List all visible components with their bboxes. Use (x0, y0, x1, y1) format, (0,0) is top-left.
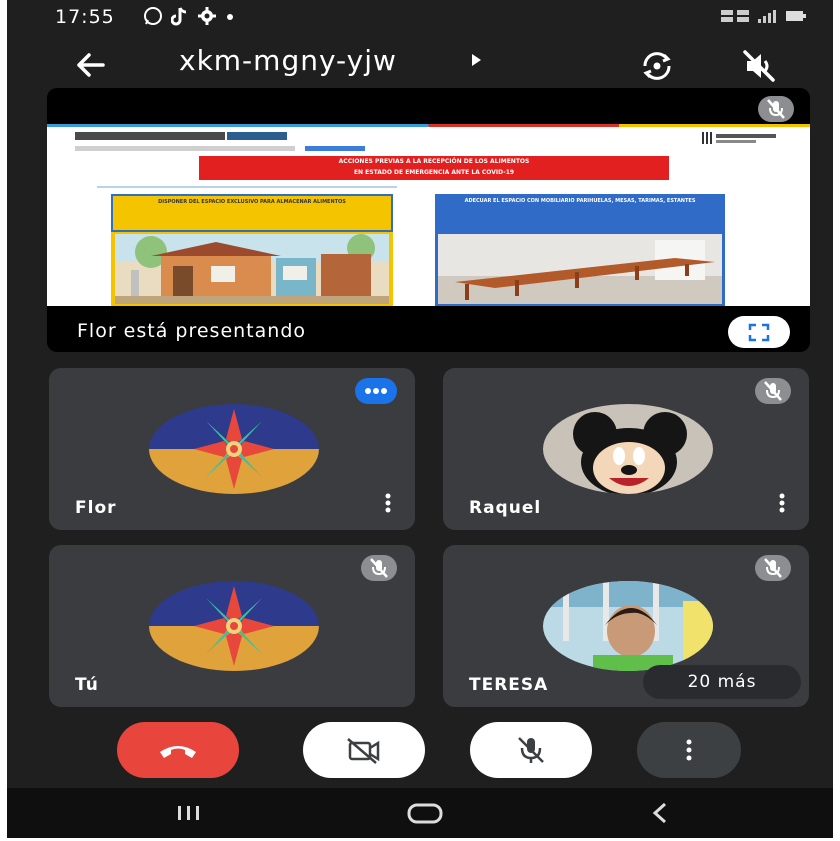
back-arrow-icon[interactable] (71, 46, 109, 84)
avatar (149, 581, 319, 671)
status-bar: 17:55 (7, 0, 833, 36)
slide-siempre-logo (702, 130, 782, 144)
presenting-label: Flor está presentando (77, 320, 306, 342)
camera-toggle-button[interactable] (303, 722, 425, 778)
call-controls (7, 722, 833, 782)
mic-off-icon (361, 555, 397, 581)
participant-tile-raquel[interactable]: Raquel (443, 368, 809, 530)
slide-top-strip (47, 124, 810, 127)
meeting-code[interactable]: xkm-mgny-yjw (179, 44, 397, 77)
slide-title-line2: EN ESTADO DE EMERGENCIA ANTE LA COVID-19 (353, 169, 515, 176)
mic-off-icon (755, 555, 791, 581)
slide-divider (97, 186, 397, 188)
network-icon (721, 8, 751, 28)
participant-name: TERESA (469, 675, 549, 695)
avatar (149, 404, 319, 494)
mic-toggle-button[interactable] (470, 722, 592, 778)
participant-tile-teresa[interactable]: TERESA 20 más (443, 545, 809, 707)
signal-icon (757, 8, 779, 28)
status-system-icons (721, 8, 807, 28)
participant-name: Flor (75, 498, 117, 518)
speaker-off-icon[interactable] (737, 44, 781, 88)
participant-tile-flor[interactable]: Flor (49, 368, 415, 530)
battery-icon (785, 8, 807, 28)
slide-gov-logo (75, 132, 225, 140)
slide-right-image (435, 232, 725, 306)
camera-off-icon (347, 738, 380, 764)
system-nav-bar (7, 788, 833, 838)
switch-camera-icon[interactable] (635, 44, 679, 88)
tiktok-icon (170, 6, 189, 31)
slide-address-bar (75, 146, 295, 151)
slide-qaliwarma-logo (227, 132, 287, 140)
more-vert-icon[interactable] (383, 492, 393, 514)
options-dots-icon[interactable] (355, 378, 397, 404)
home-icon[interactable] (395, 796, 455, 830)
meeting-header: xkm-mgny-yjw (7, 36, 833, 96)
avatar (543, 581, 713, 671)
participant-name: Raquel (469, 498, 542, 518)
presentation-mic-off-badge (758, 96, 794, 122)
caret-right-icon[interactable] (469, 52, 483, 72)
status-time: 17:55 (55, 6, 115, 28)
slide-right-caption: ADECUAR EL ESPACIO CON MOBILIARIO PARIHU… (435, 194, 725, 232)
slide-title-line1: ACCIONES PREVIAS A LA RECEPCIÓN DE LOS A… (338, 158, 530, 165)
phone-screen: 17:55 xkm-mgny-yjw ACCIONES PREVIAS A LA… (7, 0, 833, 838)
more-vert-icon (686, 739, 692, 761)
participant-tile-you[interactable]: Tú (49, 545, 415, 707)
hang-up-icon (160, 746, 196, 758)
mic-off-icon (518, 737, 544, 763)
back-icon[interactable] (629, 796, 689, 830)
slide-title-banner: ACCIONES PREVIAS A LA RECEPCIÓN DE LOS A… (199, 156, 669, 180)
whatsapp-icon (143, 6, 163, 31)
fullscreen-icon (748, 323, 770, 342)
dot-icon (225, 6, 235, 31)
end-call-button[interactable] (117, 722, 239, 778)
more-participants-chip[interactable]: 20 más (643, 665, 801, 699)
fullscreen-button[interactable] (728, 316, 790, 348)
mic-off-icon (755, 378, 791, 404)
gear-icon (197, 6, 217, 31)
slide-left-caption: DISPONER DEL ESPACIO EXCLUSIVO PARA ALMA… (111, 194, 393, 232)
slide-left-image (111, 232, 393, 306)
slide-address-button (305, 146, 365, 151)
presentation-panel[interactable]: ACCIONES PREVIAS A LA RECEPCIÓN DE LOS A… (47, 88, 810, 352)
shared-slide: ACCIONES PREVIAS A LA RECEPCIÓN DE LOS A… (47, 124, 810, 306)
more-options-button[interactable] (637, 722, 741, 778)
participant-name: Tú (75, 675, 99, 695)
recents-icon[interactable] (159, 796, 219, 830)
avatar (543, 404, 713, 494)
status-notification-icons (143, 6, 235, 31)
more-vert-icon[interactable] (777, 492, 787, 514)
